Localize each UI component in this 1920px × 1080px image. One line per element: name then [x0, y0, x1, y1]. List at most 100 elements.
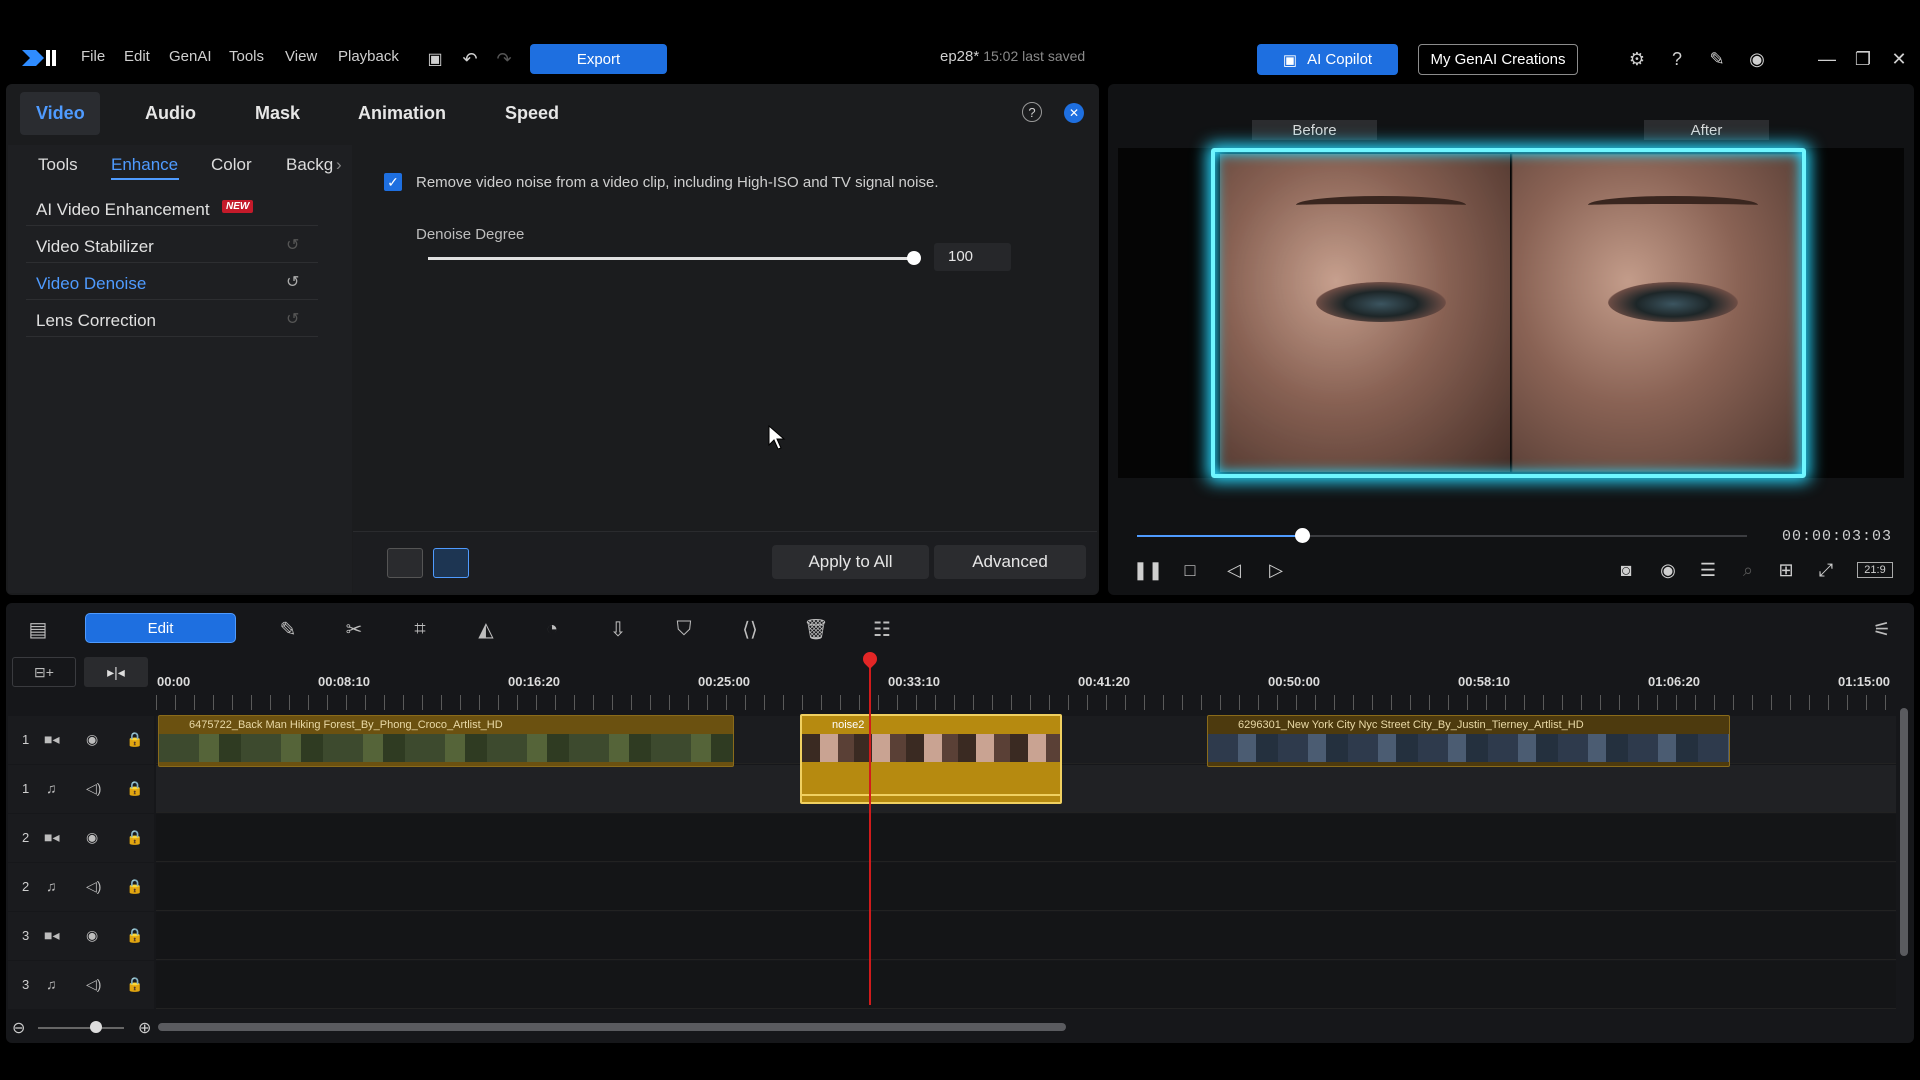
denoise-slider-track[interactable]	[428, 257, 914, 260]
aspect-ratio-badge[interactable]: 21:9	[1857, 562, 1893, 578]
save-icon[interactable]: ▣	[424, 48, 446, 70]
menu-playback[interactable]: Playback	[338, 48, 399, 65]
layout-icon[interactable]: ⊞	[1774, 558, 1798, 582]
reset-icon[interactable]: ↺	[286, 272, 308, 292]
single-view-button[interactable]	[387, 548, 423, 578]
app-logo-icon[interactable]	[22, 48, 58, 68]
timeline-clip[interactable]: 6296301_New York City Nyc Street City_By…	[1207, 715, 1730, 767]
undo-icon[interactable]: ↶	[459, 48, 481, 70]
horizontal-scrollbar[interactable]	[158, 1023, 1066, 1031]
more-tools-icon[interactable]: ☷	[868, 615, 896, 643]
pause-icon[interactable]: ❚❚	[1133, 558, 1163, 582]
settings-gear-icon[interactable]: ⚙	[1626, 48, 1648, 70]
track-lane-video-3[interactable]	[156, 912, 1896, 960]
next-frame-icon[interactable]: ▷	[1264, 558, 1288, 582]
lock-icon[interactable]: 🔒	[126, 780, 143, 797]
subtab-background[interactable]: Backg	[286, 155, 333, 175]
subtitle-icon[interactable]: ☰	[1696, 558, 1720, 582]
playback-scrubber[interactable]	[1295, 528, 1310, 543]
draw-icon[interactable]: ✎	[274, 615, 302, 643]
lock-icon[interactable]: 🔒	[126, 976, 143, 993]
my-genai-creations-button[interactable]: My GenAI Creations	[1418, 44, 1578, 75]
chevron-right-icon[interactable]: ›	[336, 155, 342, 175]
sidebar-item-ai-video-enhancement[interactable]: AI Video Enhancement	[36, 200, 210, 220]
lock-icon[interactable]: 🔒	[126, 878, 143, 895]
reset-icon[interactable]: ↺	[286, 235, 308, 255]
lock-icon[interactable]: 🔒	[126, 731, 143, 748]
visibility-eye-icon[interactable]: ◉	[86, 829, 98, 846]
tab-mask[interactable]: Mask	[255, 103, 300, 124]
track-manager-button[interactable]: ⊟+	[12, 657, 76, 687]
menu-view[interactable]: View	[285, 48, 317, 65]
reset-icon[interactable]: ↺	[286, 309, 308, 329]
speaker-icon[interactable]: ◁)	[86, 780, 101, 797]
feedback-icon[interactable]: ✎	[1706, 48, 1728, 70]
lock-icon[interactable]: 🔒	[126, 927, 143, 944]
fit-timeline-button[interactable]: ▸|◂	[84, 657, 148, 687]
denoise-value-input[interactable]: 100	[934, 243, 1011, 271]
snapshot-camera-icon[interactable]: ◙	[1614, 558, 1638, 582]
stop-icon[interactable]: □	[1178, 558, 1202, 582]
track-lane-audio-3[interactable]	[156, 961, 1896, 1009]
subtab-color[interactable]: Color	[211, 155, 252, 175]
sidebar-item-video-denoise[interactable]: Video Denoise	[36, 274, 146, 294]
sidebar-item-video-stabilizer[interactable]: Video Stabilizer	[36, 237, 154, 257]
vertical-scrollbar[interactable]	[1900, 708, 1908, 956]
ai-copilot-button[interactable]: ▣ AI Copilot	[1257, 44, 1398, 75]
help-icon[interactable]: ?	[1666, 48, 1688, 70]
account-icon[interactable]: ◉	[1746, 48, 1768, 70]
panel-help-icon[interactable]: ?	[1022, 102, 1042, 122]
menu-file[interactable]: File	[81, 48, 105, 65]
add-keyframe-icon[interactable]: ⇩	[604, 615, 632, 643]
minimize-icon[interactable]: —	[1816, 48, 1838, 70]
edit-button[interactable]: Edit	[85, 613, 236, 643]
panel-close-icon[interactable]: ✕	[1064, 103, 1084, 123]
delete-icon[interactable]: 🗑	[802, 615, 830, 643]
menu-tools[interactable]: Tools	[229, 48, 264, 65]
tab-video[interactable]: Video	[36, 103, 85, 124]
flip-icon[interactable]: ◭	[472, 615, 500, 643]
crop-icon[interactable]: ⌗	[406, 615, 434, 643]
fullscreen-icon[interactable]: ⤢	[1814, 558, 1838, 582]
tab-speed[interactable]: Speed	[505, 103, 559, 124]
transition-icon[interactable]: ⟨⟩	[736, 615, 764, 643]
subtab-enhance[interactable]: Enhance	[111, 155, 178, 175]
advanced-button[interactable]: Advanced	[934, 545, 1086, 579]
playhead-line[interactable]	[869, 660, 871, 1005]
timeline-settings-icon[interactable]: ⚟	[1868, 615, 1896, 643]
denoise-slider-handle[interactable]	[907, 251, 921, 265]
export-button[interactable]: Export	[530, 44, 667, 74]
split-view-button[interactable]	[433, 548, 469, 578]
tab-animation[interactable]: Animation	[358, 103, 446, 124]
menu-genai[interactable]: GenAI	[169, 48, 212, 65]
remove-noise-checkbox[interactable]: ✓	[384, 173, 402, 191]
cut-scissors-icon[interactable]: ✂	[340, 615, 368, 643]
timeline-clip[interactable]: 6475722_Back Man Hiking Forest_By_Phong_…	[158, 715, 734, 767]
previous-frame-icon[interactable]: ◁	[1222, 558, 1246, 582]
visibility-eye-icon[interactable]: ◉	[86, 731, 98, 748]
restore-icon[interactable]: ❐	[1852, 48, 1874, 70]
visibility-eye-icon[interactable]: ◉	[86, 927, 98, 944]
zoom-icon[interactable]: ⌕	[1736, 558, 1760, 582]
zoom-in-icon[interactable]: ⊕	[138, 1018, 151, 1038]
zoom-out-icon[interactable]: ⊖	[12, 1018, 25, 1038]
record-icon[interactable]: ◉	[1656, 558, 1680, 582]
subtab-tools[interactable]: Tools	[38, 155, 78, 175]
tab-audio[interactable]: Audio	[145, 103, 196, 124]
lock-icon[interactable]: 🔒	[126, 829, 143, 846]
menu-edit[interactable]: Edit	[124, 48, 150, 65]
track-lane-video-2[interactable]	[156, 814, 1896, 862]
speed-icon[interactable]: ◔	[538, 615, 566, 643]
timeline-zoom-handle[interactable]	[90, 1021, 102, 1033]
sidebar-item-lens-correction[interactable]: Lens Correction	[36, 311, 156, 331]
marker-icon[interactable]: ⛉	[670, 615, 698, 643]
timeline-zoom-track[interactable]	[38, 1027, 124, 1029]
apply-to-all-button[interactable]: Apply to All	[772, 545, 929, 579]
library-icon[interactable]: ▤	[24, 615, 52, 643]
track-lane-audio-2[interactable]	[156, 863, 1896, 911]
speaker-icon[interactable]: ◁)	[86, 878, 101, 895]
close-window-icon[interactable]: ✕	[1888, 48, 1910, 70]
timeline-ruler[interactable]	[156, 695, 1896, 710]
speaker-icon[interactable]: ◁)	[86, 976, 101, 993]
selected-timeline-clip[interactable]: noise2	[800, 714, 1062, 804]
